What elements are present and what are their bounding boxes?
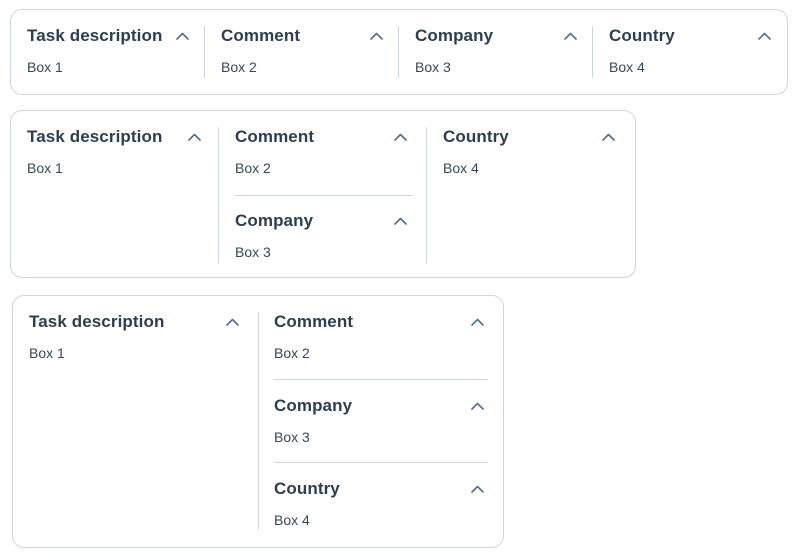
section-body: Box 4 [443,160,479,176]
chevron-up-icon[interactable] [393,214,407,228]
chevron-up-icon[interactable] [601,130,615,144]
section-header-comment[interactable]: Comment [221,25,387,47]
section-header-country[interactable]: Country [609,25,775,47]
section-body: Box 3 [274,429,310,445]
section-body: Box 3 [235,244,271,260]
chevron-up-icon[interactable] [470,399,484,413]
section-header-task-description[interactable]: Task description [29,311,243,333]
section-country: Country Box 4 [274,478,488,528]
column-divider [592,26,593,78]
section-title: Task description [29,312,165,331]
section-body: Box 4 [609,59,645,75]
section-body: Box 2 [274,345,310,361]
section-title: Comment [235,127,315,146]
row-divider [274,379,488,380]
section-title: Task description [27,127,163,146]
section-title: Company [415,26,494,45]
section-title: Company [235,211,314,230]
section-comment: Comment Box 2 [221,25,387,75]
section-header-task-description[interactable]: Task description [27,126,205,148]
section-header-company[interactable]: Company [274,395,488,417]
section-body: Box 1 [27,59,63,75]
section-title: Company [274,396,353,415]
section-title: Country [274,479,340,498]
column-divider [398,26,399,78]
section-task-description: Task description Box 1 [29,311,243,361]
section-body: Box 1 [29,345,65,361]
section-body: Box 1 [27,160,63,176]
section-title: Country [609,26,675,45]
section-body: Box 2 [235,160,271,176]
section-header-company[interactable]: Company [415,25,581,47]
chevron-up-icon[interactable] [393,130,407,144]
chevron-up-icon[interactable] [369,29,383,43]
section-comment: Comment Box 2 [274,311,488,361]
accordion-card-four-columns: Task description Box 1 Comment Box 2 Com… [10,9,788,95]
column-divider [258,312,259,530]
section-title: Comment [221,26,301,45]
section-header-comment[interactable]: Comment [235,126,411,148]
section-header-company[interactable]: Company [235,210,411,232]
chevron-up-icon[interactable] [757,29,771,43]
section-title: Country [443,127,509,146]
row-divider [235,195,412,196]
chevron-up-icon[interactable] [470,482,484,496]
section-comment: Comment Box 2 [235,126,411,176]
section-title: Task description [27,26,163,45]
section-company: Company Box 3 [274,395,488,445]
chevron-up-icon[interactable] [187,130,201,144]
row-divider [274,462,488,463]
chevron-up-icon[interactable] [470,315,484,329]
section-company: Company Box 3 [235,210,411,260]
chevron-up-icon[interactable] [175,29,189,43]
column-divider [218,127,219,263]
chevron-up-icon[interactable] [225,315,239,329]
section-task-description: Task description Box 1 [27,126,205,176]
section-header-comment[interactable]: Comment [274,311,488,333]
chevron-up-icon[interactable] [563,29,577,43]
section-header-country[interactable]: Country [274,478,488,500]
accordion-card-two-columns: Task description Box 1 Comment Box 2 Com… [12,295,504,548]
section-country: Country Box 4 [609,25,775,75]
section-title: Comment [274,312,354,331]
accordion-card-three-columns: Task description Box 1 Comment Box 2 Com… [10,110,636,278]
section-body: Box 2 [221,59,257,75]
section-body: Box 3 [415,59,451,75]
column-divider [204,26,205,78]
section-company: Company Box 3 [415,25,581,75]
section-country: Country Box 4 [443,126,619,176]
section-header-task-description[interactable]: Task description [27,25,193,47]
section-body: Box 4 [274,512,310,528]
column-divider [426,127,427,263]
section-header-country[interactable]: Country [443,126,619,148]
section-task-description: Task description Box 1 [27,25,193,75]
